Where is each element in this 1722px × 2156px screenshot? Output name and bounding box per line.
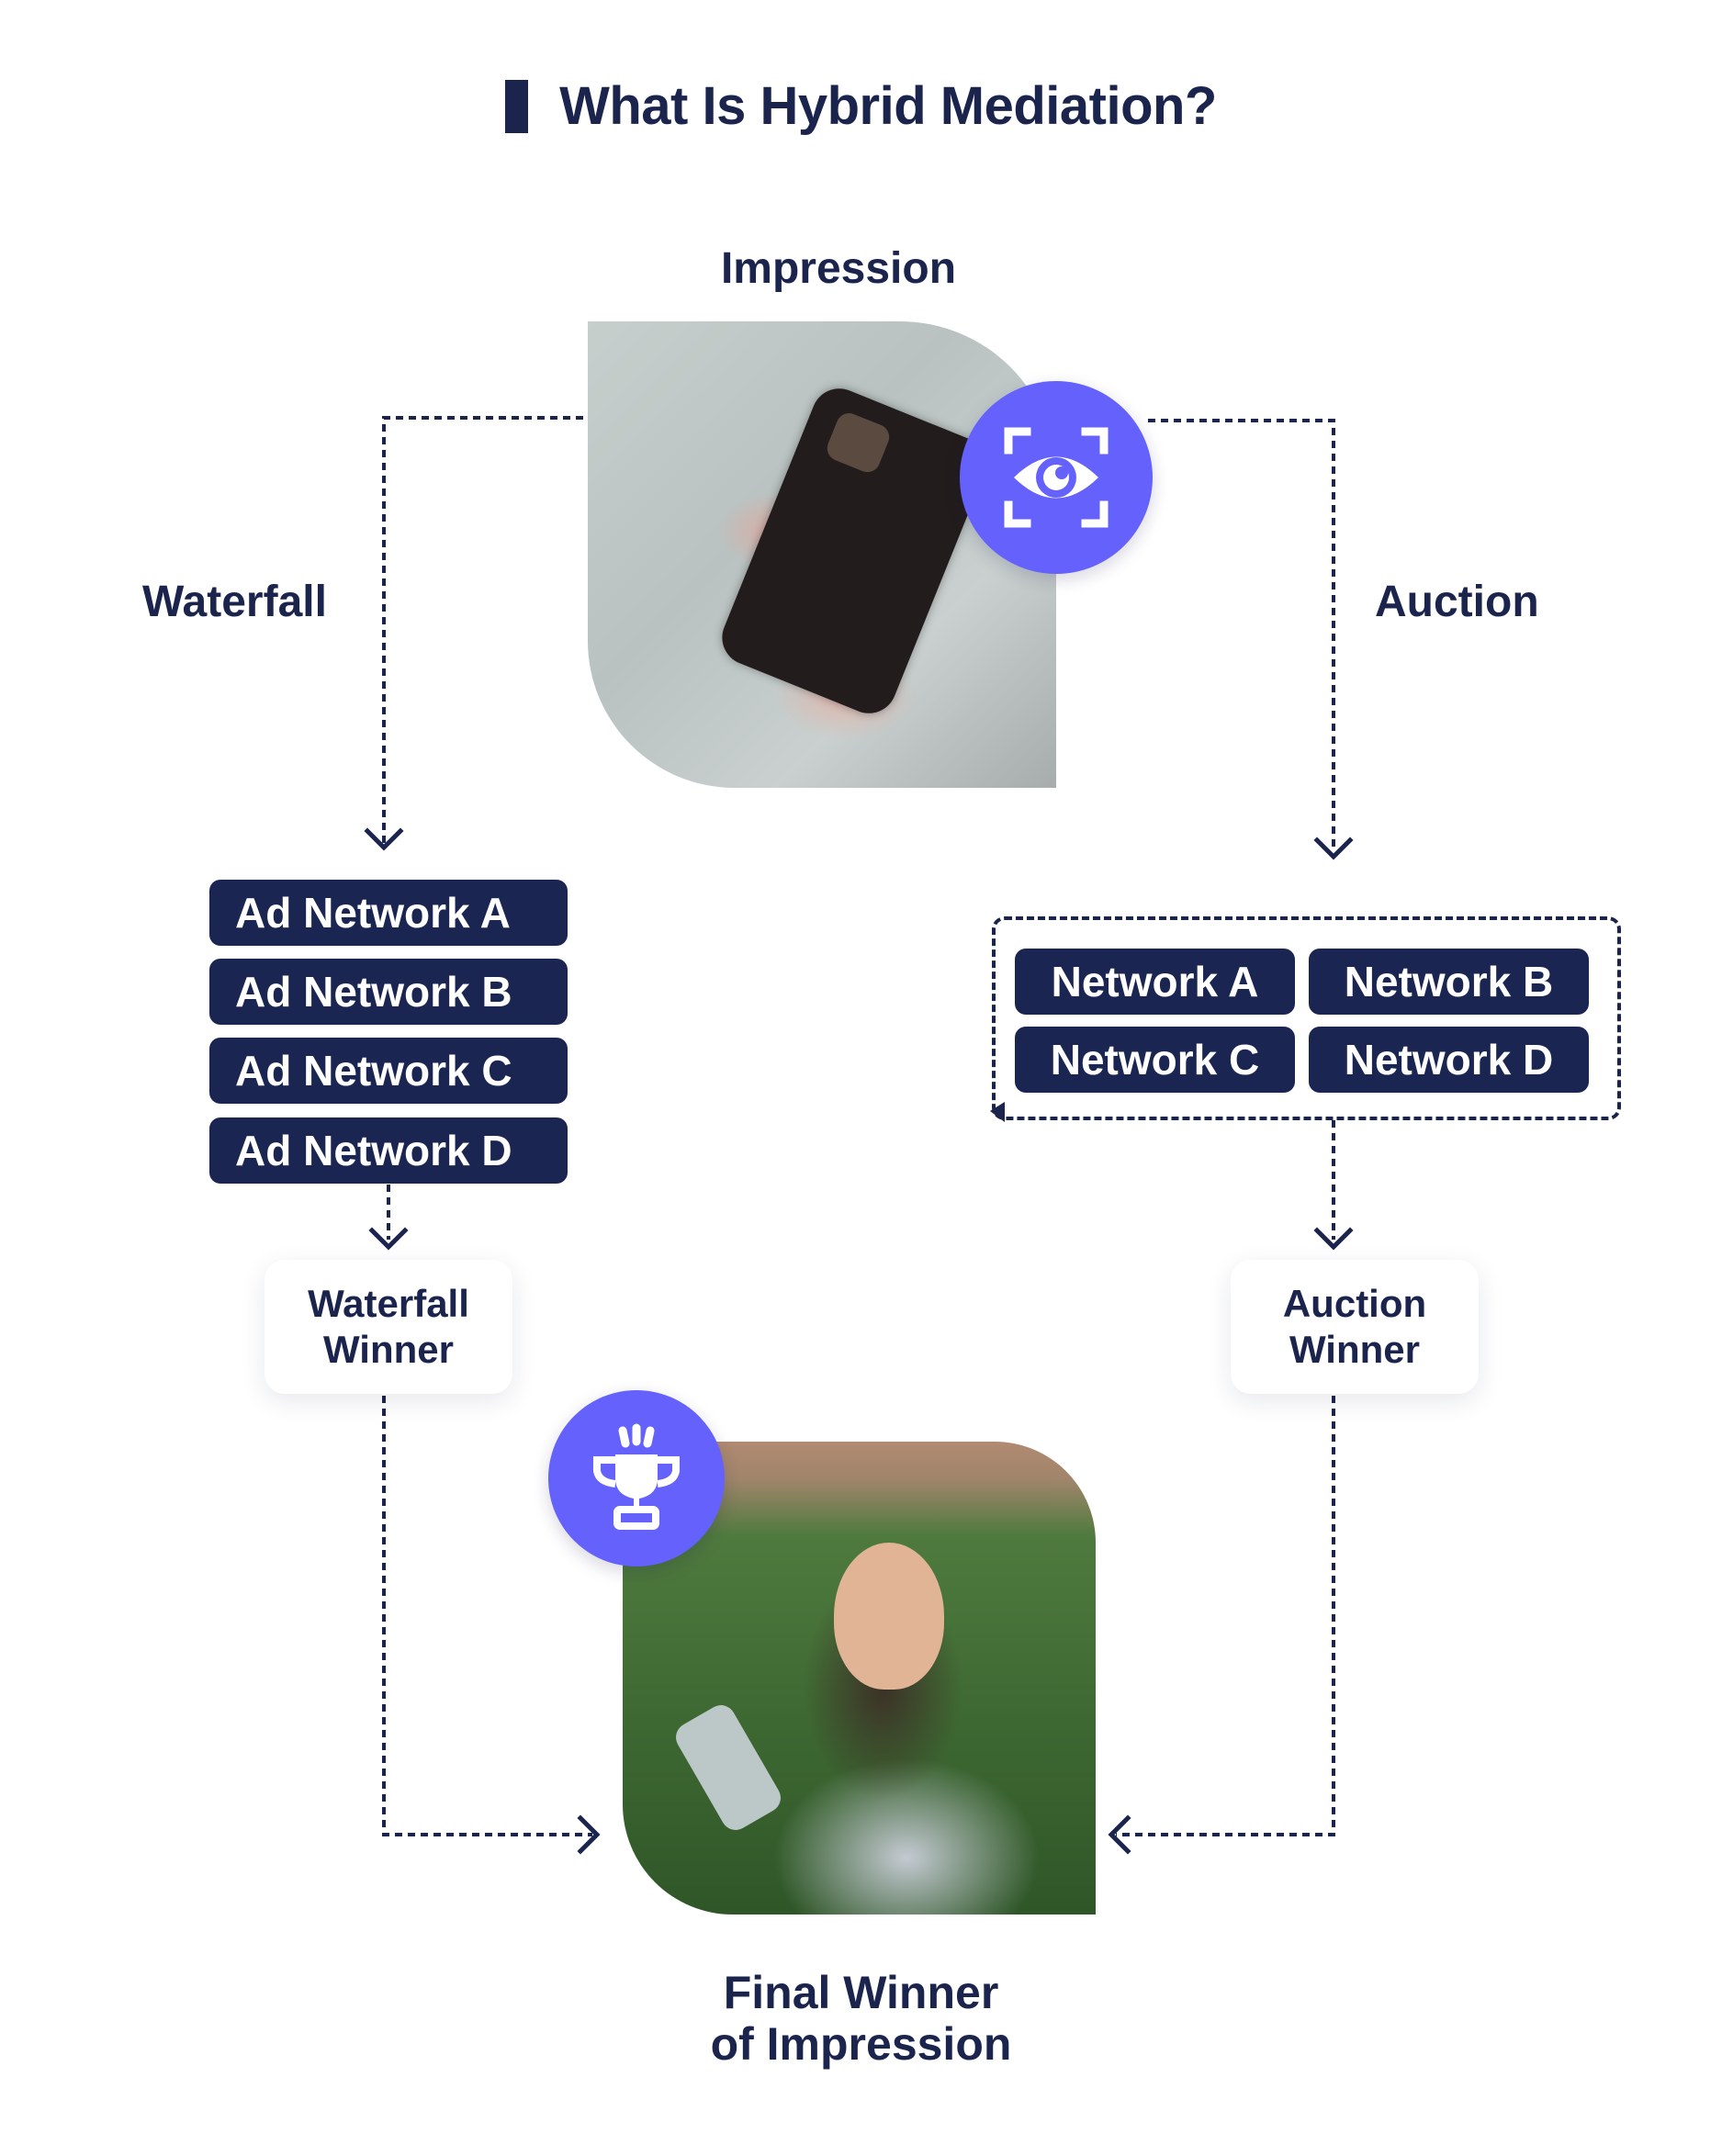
waterfall-network-b: Ad Network B [209,959,568,1025]
auction-network-a: Network A [1015,949,1295,1015]
final-icon-badge [548,1390,725,1566]
impression-photo [588,321,1056,788]
final-winner-label: Final Winner of Impression [0,1967,1722,2070]
smartphone-image [714,380,995,722]
auction-network-c: Network C [1015,1027,1295,1093]
auction-winner-card: Auction Winner [1231,1260,1479,1394]
auction-network-b: Network B [1309,949,1589,1015]
eye-scan-icon [1004,427,1109,528]
auction-winner-line2: Winner [1289,1328,1420,1371]
waterfall-network-d: Ad Network D [209,1117,568,1184]
person-face-image [834,1543,944,1690]
auction-connector [1148,419,1335,852]
waterfall-network-a: Ad Network A [209,880,568,946]
auction-winner-line1: Auction [1282,1282,1427,1325]
waterfall-connector [382,416,583,843]
trophy-icon [593,1423,680,1530]
auction-network-d: Network D [1309,1027,1589,1093]
waterfall-winner-line2: Winner [323,1328,454,1371]
impression-label: Impression [720,244,957,293]
smartphone-image [670,1700,786,1836]
final-line1: Final Winner [723,1967,999,2018]
waterfall-winner-card: Waterfall Winner [264,1260,512,1394]
auction-final-connector [1116,1396,1335,1836]
impression-icon-badge [960,381,1153,574]
waterfall-winner-line1: Waterfall [308,1282,469,1325]
final-line2: of Impression [710,2018,1012,2070]
waterfall-network-c: Ad Network C [209,1038,568,1104]
waterfall-label: Waterfall [142,578,327,626]
auction-label: Auction [1375,578,1539,626]
